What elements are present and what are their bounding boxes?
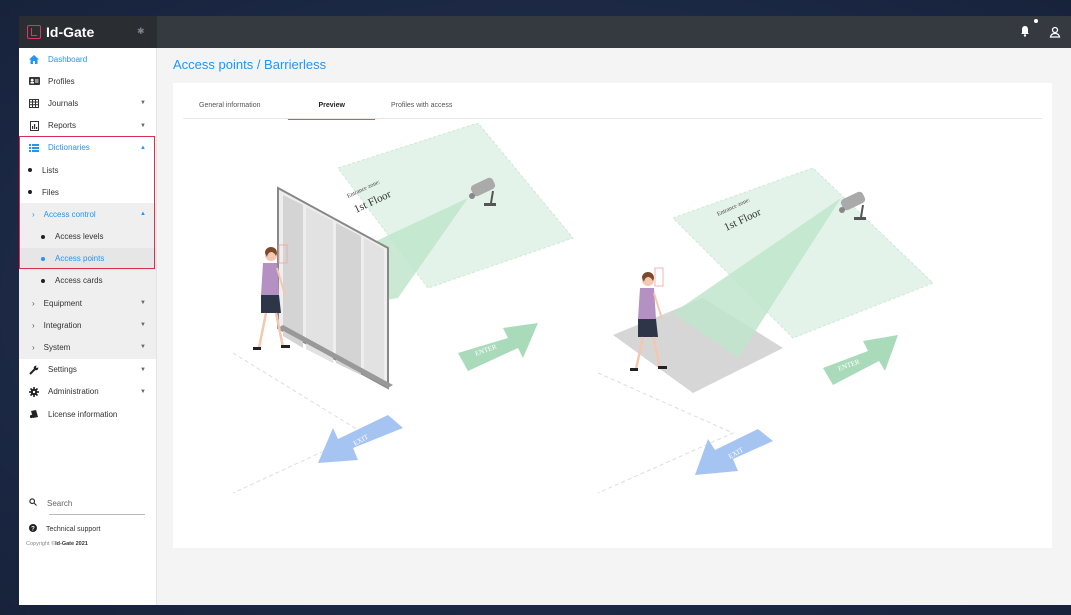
notification-dot <box>1034 19 1038 23</box>
sidebar-item-label: System <box>43 343 71 353</box>
sidebar-item-profiles[interactable]: Profiles <box>19 70 156 92</box>
brand[interactable]: Id-Gate ✱ <box>19 16 157 48</box>
access-point-illustration: Entrance zone: 1st Floor ENTER EXIT Entr… <box>232 123 934 494</box>
sidebar-item-label: Settings <box>48 365 77 375</box>
chevron-right-icon: › <box>32 298 35 308</box>
wrench-icon <box>28 365 40 375</box>
sidebar-item-journals[interactable]: Journals ▼ <box>19 92 156 114</box>
sidebar-item-access-points[interactable]: Access points <box>19 247 156 270</box>
exit-arrow-right: EXIT <box>695 429 773 475</box>
pin-icon[interactable]: ✱ <box>137 27 145 36</box>
chevron-up-icon: ▲ <box>140 211 146 218</box>
main-content: Access points / Barrierless General info… <box>157 48 1071 605</box>
sidebar-item-files[interactable]: Files <box>19 181 156 203</box>
copyright-prefix: Copyright © <box>26 541 56 547</box>
page-title: Access points / Barrierless <box>173 57 327 72</box>
sidebar-item-lists[interactable]: Lists <box>19 159 156 181</box>
sidebar-item-label: Integration <box>43 320 82 330</box>
chevron-down-icon: ▼ <box>140 300 146 307</box>
sidebar-item-access-cards[interactable]: Access cards <box>19 269 156 293</box>
search-underline <box>49 514 145 515</box>
support-label: Technical support <box>46 525 101 533</box>
app-window: Id-Gate ✱ Dashboard Profiles Journals ▼ … <box>19 16 1071 605</box>
sidebar-item-label: Access cards <box>55 276 103 286</box>
exit-zone-outline <box>232 352 365 494</box>
bullet-icon <box>41 278 45 283</box>
bullet-icon <box>28 168 32 173</box>
tab-profiles-with-access[interactable]: Profiles with access <box>375 97 468 119</box>
sidebar-footer: Search ? Technical support Copyright ©Id… <box>19 492 157 547</box>
sidebar-item-label: Profiles <box>48 76 75 86</box>
chevron-down-icon: ▼ <box>140 366 146 373</box>
bullet-icon <box>28 190 32 195</box>
chevron-right-icon: › <box>32 343 35 353</box>
user-account-icon[interactable] <box>1049 26 1061 38</box>
sidebar-item-label: Administration <box>48 387 99 397</box>
exit-zone-outline-right <box>597 372 735 494</box>
sidebar-item-reports[interactable]: Reports ▼ <box>19 115 156 137</box>
desktop-frame: Id-Gate ✱ Dashboard Profiles Journals ▼ … <box>0 0 1071 615</box>
chevron-up-icon: ▲ <box>140 144 146 151</box>
copyright-brand: Id-Gate 2021 <box>55 541 88 547</box>
sidebar-item-label: Reports <box>48 121 77 131</box>
license-icon <box>28 409 40 419</box>
sidebar-item-label: Dashboard <box>48 54 88 64</box>
chevron-down-icon: ▼ <box>140 322 146 329</box>
chevron-right-icon: › <box>32 320 35 330</box>
sidebar-item-label: Access levels <box>55 232 104 242</box>
chevron-right-icon: › <box>32 209 35 219</box>
chevron-down-icon: ▼ <box>140 388 146 395</box>
chevron-down-icon: ▼ <box>140 122 146 129</box>
technical-support-link[interactable]: ? Technical support <box>19 518 157 540</box>
sidebar-item-label: Dictionaries <box>48 143 90 153</box>
exit-arrow: EXIT <box>318 415 403 463</box>
table-icon <box>28 98 40 108</box>
topbar-actions <box>1019 16 1071 48</box>
sidebar-search[interactable]: Search <box>19 492 157 514</box>
gear-icon <box>28 386 40 397</box>
enter-arrow: ENTER <box>458 323 538 371</box>
sidebar-item-label: License information <box>48 409 118 419</box>
sidebar-item-label: Equipment <box>43 298 82 308</box>
help-icon: ? <box>29 524 37 534</box>
top-bar: Id-Gate ✱ <box>19 16 1071 48</box>
sidebar-item-label: Files <box>42 187 59 197</box>
enter-arrow-right: ENTER <box>823 335 898 385</box>
tab-general-information[interactable]: General information <box>183 97 276 119</box>
search-input[interactable]: Search <box>47 499 72 508</box>
sidebar: Dashboard Profiles Journals ▼ Reports ▼ … <box>19 48 157 605</box>
sidebar-item-dashboard[interactable]: Dashboard <box>19 48 156 70</box>
sidebar-item-label: Lists <box>42 165 59 175</box>
list-icon <box>28 143 40 153</box>
sidebar-item-label: Journals <box>48 98 79 108</box>
sidebar-item-access-control[interactable]: › Access control ▲ <box>19 203 156 226</box>
sidebar-item-settings[interactable]: Settings ▼ <box>19 359 156 381</box>
sidebar-item-administration[interactable]: Administration ▼ <box>19 381 156 403</box>
search-icon <box>29 498 37 508</box>
bullet-icon <box>41 234 45 239</box>
content-card: General information Preview Profiles wit… <box>173 83 1052 548</box>
brand-logo-icon <box>27 25 41 39</box>
brand-name: Id-Gate <box>46 24 95 40</box>
notifications-bell-icon[interactable] <box>1019 19 1038 39</box>
chevron-down-icon: ▼ <box>140 344 146 351</box>
sidebar-item-system[interactable]: › System ▼ <box>19 336 156 359</box>
svg-text:?: ? <box>31 526 35 532</box>
sidebar-item-license-information[interactable]: License information <box>19 403 156 425</box>
id-card-icon <box>28 76 40 86</box>
sidebar-item-integration[interactable]: › Integration ▼ <box>19 314 156 337</box>
chevron-down-icon: ▼ <box>140 100 146 107</box>
report-icon <box>28 120 40 131</box>
sidebar-item-equipment[interactable]: › Equipment ▼ <box>19 292 156 315</box>
copyright: Copyright ©Id-Gate 2021 <box>19 541 157 547</box>
tab-preview[interactable]: Preview <box>288 97 376 120</box>
sidebar-item-label: Access control <box>43 209 96 219</box>
tab-bar: General information Preview Profiles wit… <box>183 97 1042 120</box>
sidebar-item-access-levels[interactable]: Access levels <box>19 225 156 248</box>
sidebar-item-dictionaries[interactable]: Dictionaries ▲ <box>19 137 156 159</box>
sidebar-item-label: Access points <box>55 254 105 264</box>
home-icon <box>28 54 40 64</box>
bullet-icon <box>41 256 45 261</box>
